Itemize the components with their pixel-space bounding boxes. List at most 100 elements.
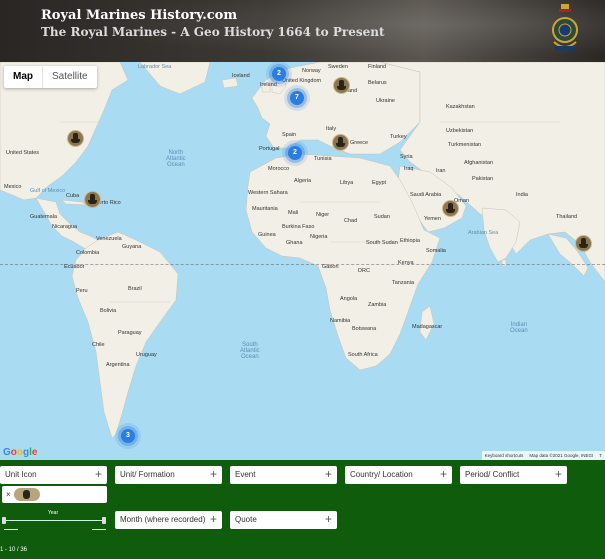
map-place-label: Uzbekistan: [446, 128, 474, 134]
map-place-label: Sudan: [374, 214, 390, 220]
google-logo[interactable]: Google: [3, 447, 37, 458]
map-place-label: Mauritania: [252, 206, 278, 212]
unit-marker-icon[interactable]: [442, 200, 459, 217]
map-place-label: Turkmenistan: [448, 142, 482, 148]
map-place-label: Argentina: [106, 362, 130, 368]
map-landmass: [0, 62, 605, 439]
unit-marker-icon[interactable]: [575, 235, 592, 252]
map-type-satellite-button[interactable]: Satellite: [42, 66, 97, 88]
map-place-label: Ecuador: [64, 264, 85, 270]
ocean-label: North Atlantic Ocean: [166, 150, 186, 168]
map-place-label: Arabian Sea: [468, 230, 499, 236]
map-place-label: Burkina Faso: [282, 224, 315, 230]
royal-marines-crest-icon: [552, 4, 578, 51]
map-place-label: Somalia: [426, 248, 446, 254]
map-place-label: Ukraine: [376, 98, 395, 104]
filter-label: Country/ Location: [350, 470, 413, 479]
filter-label: Unit Icon: [5, 470, 37, 479]
unit-icon-filter[interactable]: Unit Icon +: [0, 466, 107, 484]
map-place-label: DRC: [358, 268, 370, 274]
map-place-label: Guyana: [122, 244, 142, 250]
filter-label: Period/ Conflict: [465, 470, 520, 479]
map-place-label: Western Sahara: [248, 190, 288, 196]
map-place-label: Paraguay: [118, 330, 142, 336]
quote-filter[interactable]: Quote +: [230, 511, 337, 529]
add-icon[interactable]: +: [555, 466, 562, 483]
map-place-label: Uruguay: [136, 352, 157, 358]
map-place-label: Iraq: [404, 166, 414, 172]
add-icon[interactable]: +: [95, 466, 102, 483]
site-title[interactable]: Royal Marines History.com: [41, 8, 237, 23]
period-conflict-filter[interactable]: Period/ Conflict +: [460, 466, 567, 484]
map-place-label: Morocco: [268, 166, 290, 172]
add-icon[interactable]: +: [440, 466, 447, 483]
remove-chip-icon[interactable]: ×: [6, 486, 11, 503]
map-place-label: Angola: [340, 296, 358, 302]
country-location-filter[interactable]: Country/ Location +: [345, 466, 452, 484]
map-place-label: Ethiopia: [400, 238, 420, 244]
map-place-label: Spain: [282, 132, 297, 138]
unit-marker-icon[interactable]: [332, 134, 349, 151]
month-filter[interactable]: Month (where recorded) +: [115, 511, 222, 529]
marker-cluster[interactable]: 3: [121, 429, 135, 443]
add-icon[interactable]: +: [325, 511, 332, 528]
map-place-label: India: [516, 192, 528, 198]
map-place-label: Portugal: [259, 146, 280, 152]
add-icon[interactable]: +: [210, 511, 217, 528]
unit-icon-selected-chip[interactable]: ×: [2, 486, 107, 503]
map-place-label: Labrador Sea: [138, 64, 172, 70]
map-place-label: Finland: [368, 64, 387, 70]
unit-formation-filter[interactable]: Unit/ Formation +: [115, 466, 222, 484]
map-place-label: South Africa: [348, 352, 378, 358]
map-place-label: Greece: [350, 140, 369, 146]
map-place-label: Pakistan: [472, 176, 494, 182]
ocean-label: South Atlantic Ocean: [240, 342, 260, 360]
unit-marker-icon[interactable]: [67, 130, 84, 147]
equator-line: [0, 264, 605, 265]
results-counter: 1 - 10 / 36: [0, 547, 28, 553]
map-place-label: Peru: [76, 288, 88, 294]
terms-link[interactable]: T: [599, 451, 602, 460]
map-place-label: Sweden: [328, 64, 348, 70]
year-slider-max-handle[interactable]: [102, 517, 106, 524]
filter-label: Unit/ Formation: [120, 470, 175, 479]
event-filter[interactable]: Event +: [230, 466, 337, 484]
add-icon[interactable]: +: [325, 466, 332, 483]
map-place-label: Norway: [302, 68, 321, 74]
marker-cluster[interactable]: 2: [288, 146, 302, 160]
unit-marker-icon[interactable]: [333, 77, 350, 94]
year-max-input[interactable]: [92, 529, 106, 530]
map-type-map-button[interactable]: Map: [4, 66, 42, 88]
year-slider-min-handle[interactable]: [2, 517, 6, 524]
year-slider-track[interactable]: [4, 520, 106, 521]
filter-label: Month (where recorded): [120, 515, 206, 524]
filter-label: Quote: [235, 515, 257, 524]
site-subtitle: The Royal Marines - A Geo History 1664 t…: [41, 25, 385, 39]
map-place-label: Nigeria: [310, 234, 328, 240]
map-type-control[interactable]: Map Satellite: [4, 66, 97, 88]
year-min-input[interactable]: [4, 529, 18, 530]
map-place-label: Botswana: [352, 326, 377, 332]
map-place-label: Chad: [344, 218, 358, 224]
map-place-label: Italy: [326, 126, 337, 132]
site-header: Royal Marines History.com The Royal Mari…: [0, 0, 605, 62]
map-place-label: Namibia: [330, 318, 351, 324]
map-place-label: Belarus: [368, 80, 387, 86]
keyboard-shortcuts-link[interactable]: Keyboard shortcuts: [485, 451, 524, 460]
map-place-label: Saudi Arabia: [410, 192, 442, 198]
unit-marker-icon[interactable]: [84, 191, 101, 208]
map-place-label: Algeria: [294, 178, 312, 184]
map-place-label: Syria: [400, 154, 413, 160]
map-place-label: Libya: [340, 180, 354, 186]
map-place-label: Cuba: [66, 193, 80, 199]
marker-cluster[interactable]: 7: [290, 91, 304, 105]
filter-label: Event: [235, 470, 256, 479]
map-place-label: Iran: [436, 168, 446, 174]
world-map[interactable]: Map Satellite North Atlantic Ocean South…: [0, 62, 605, 460]
add-icon[interactable]: +: [210, 466, 217, 483]
marker-cluster[interactable]: 2: [272, 67, 286, 81]
map-place-label: Nicaragua: [52, 224, 78, 230]
map-place-label: Niger: [316, 212, 330, 218]
map-data-credit: Map data ©2021 Google, INEGI: [529, 453, 594, 458]
year-slider-label: Year: [48, 510, 59, 516]
